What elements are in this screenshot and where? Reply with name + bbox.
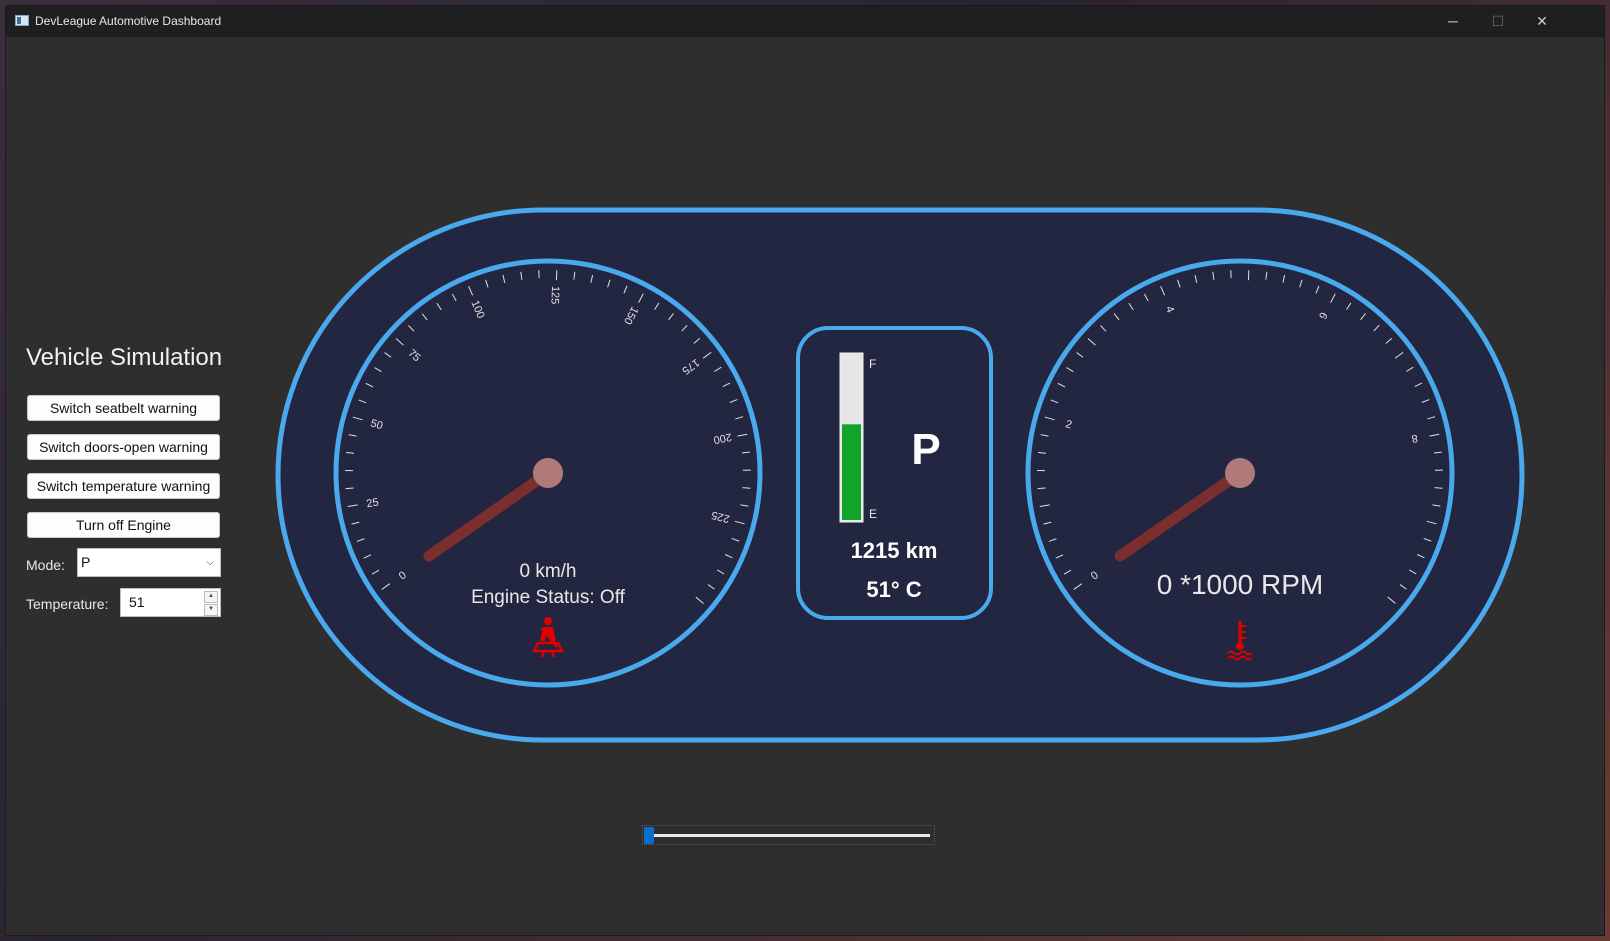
slider-track — [647, 834, 930, 837]
speedometer-tick-label: 25 — [366, 496, 380, 510]
fuel-level-bar — [842, 424, 861, 520]
speedometer: 0255075100125150175200225 0 km/h Engine … — [333, 258, 763, 688]
center-panel: F E P 1215 km 51° C — [796, 326, 993, 620]
speedometer-hub — [533, 458, 563, 488]
tachometer: 02468 0 *1000 RPM — [1025, 258, 1455, 688]
app-window: DevLeague Automotive Dashboard ─ ☐ ✕ Veh… — [6, 6, 1604, 935]
speedometer-tick — [345, 487, 354, 490]
fuel-full-label: F — [869, 357, 876, 371]
speedometer-tick-label: 125 — [548, 286, 561, 305]
engine-status: Engine Status: Off — [471, 587, 626, 608]
simulation-slider[interactable] — [642, 825, 935, 845]
tachometer-hub — [1225, 458, 1255, 488]
rpm-readout: 0 *1000 RPM — [1157, 569, 1324, 600]
speedometer-tick — [742, 487, 751, 489]
temperature-readout: 51° C — [866, 577, 921, 602]
slider-thumb[interactable] — [644, 827, 654, 844]
tachometer-tick — [1434, 487, 1443, 489]
fuel-empty-label: E — [869, 507, 877, 521]
gear-indicator: P — [911, 425, 940, 474]
dashboard: 0255075100125150175200225 0 km/h Engine … — [275, 207, 1525, 743]
center-panel-frame — [796, 326, 993, 620]
tachometer-tick — [1037, 487, 1046, 490]
speed-readout: 0 km/h — [519, 561, 576, 582]
range-readout: 1215 km — [851, 538, 938, 563]
